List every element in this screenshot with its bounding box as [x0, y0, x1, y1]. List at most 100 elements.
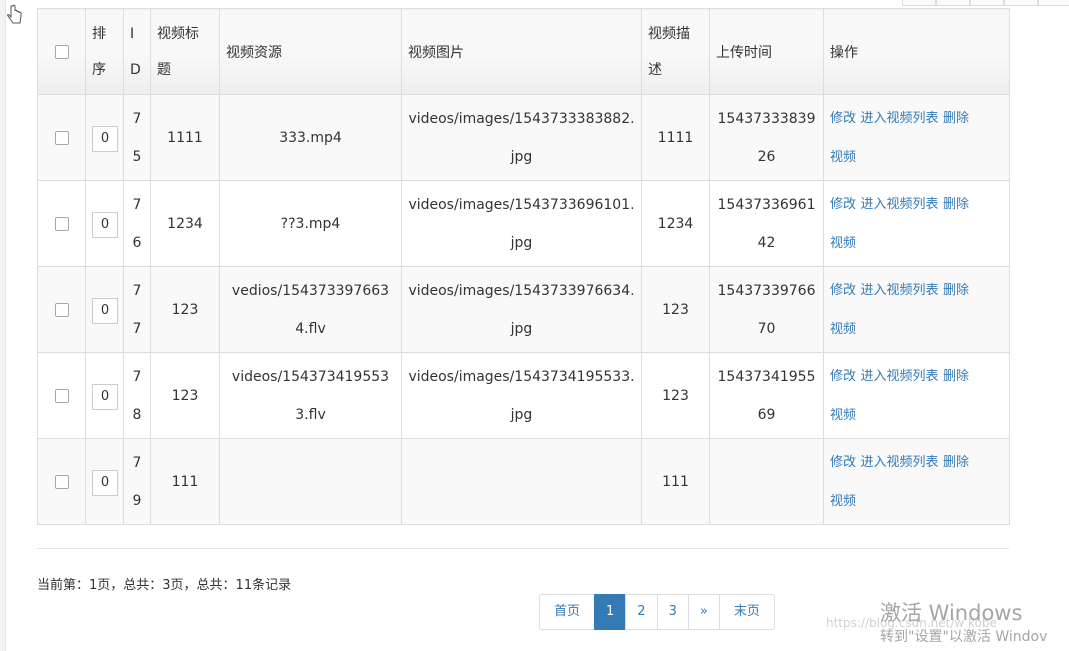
sort-cell: 0 — [85, 266, 124, 353]
row-select-cell[interactable] — [37, 352, 86, 439]
image-cell: videos/images/1543733383882.jpg — [401, 94, 642, 181]
title-cell: 111 — [150, 438, 220, 525]
edit-link[interactable]: 修改 — [830, 369, 856, 384]
enter-video-list-link[interactable]: 进入视频列表 — [860, 283, 938, 298]
row-checkbox[interactable] — [54, 130, 69, 145]
top-pager-cell — [1004, 0, 1038, 6]
header-title: 视频标题 — [150, 8, 220, 95]
id-cell: 75 — [123, 94, 151, 181]
row-checkbox[interactable] — [54, 388, 69, 403]
sort-input[interactable]: 0 — [92, 211, 118, 238]
actions-cell: 修改 进入视频列表 删除 视频 — [823, 352, 1010, 439]
source-cell: ??3.mp4 — [219, 180, 402, 267]
image-cell: videos/images/1543734195533.jpg — [401, 352, 642, 439]
row-select-cell[interactable] — [37, 266, 86, 353]
table-row: 0 7 8 123 videos/1543734195533.flv videos/ima… — [37, 352, 1010, 439]
header-select-all[interactable] — [37, 8, 86, 95]
enter-video-list-link[interactable]: 进入视频列表 — [860, 111, 938, 126]
desc-cell: 1234 — [641, 180, 710, 267]
desc-cell: 111 — [641, 438, 710, 525]
sort-input[interactable]: 0 — [92, 297, 118, 324]
image-cell: videos/images/1543733976634.jpg — [401, 266, 642, 353]
title-cell: 123 — [150, 266, 220, 353]
edit-link[interactable]: 修改 — [830, 283, 856, 298]
row-checkbox[interactable] — [54, 474, 69, 489]
table-row: 0 7 7 123 vedios/1543733976634.flv videos/ima… — [37, 266, 1010, 353]
image-cell — [401, 438, 642, 525]
pager-first[interactable]: 首页 — [539, 594, 596, 630]
source-cell — [219, 438, 402, 525]
top-pager-cell — [970, 0, 1004, 6]
edit-link[interactable]: 修改 — [830, 197, 856, 212]
time-cell — [709, 438, 824, 525]
time-cell: 1543733976670 — [709, 266, 824, 353]
sort-input[interactable]: 0 — [92, 125, 118, 152]
source-cell: videos/1543734195533.flv — [219, 352, 402, 439]
source-cell: 333.mp4 — [219, 94, 402, 181]
video-table: 排序 ID 视频标题 视频资源 视频图片 视频描述 上传时间 操作 0 7 5 111… — [37, 8, 1010, 525]
enter-video-list-link[interactable]: 进入视频列表 — [860, 455, 938, 470]
desc-cell: 123 — [641, 352, 710, 439]
watermark-subtitle: 转到"设置"以激活 Windov — [880, 629, 1048, 645]
row-checkbox[interactable] — [54, 302, 69, 317]
title-cell: 1111 — [150, 94, 220, 181]
title-cell: 123 — [150, 352, 220, 439]
page-info: 当前第：1页，总共：3页，总共：11条记录 — [37, 578, 292, 593]
header-sort: 排序 — [85, 8, 124, 95]
edit-link[interactable]: 修改 — [830, 455, 856, 470]
id-cell: 77 — [123, 266, 151, 353]
table-row: 0 7 9 111 111 修改 进入视频列表 删除 视频 — [37, 438, 1010, 525]
row-checkbox[interactable] — [54, 216, 69, 231]
actions-cell: 修改 进入视频列表 删除 视频 — [823, 94, 1010, 181]
table-row: 0 7 6 1234 ??3.mp4 videos/images/154373369610… — [37, 180, 1010, 267]
table-row: 0 7 5 1111 333.mp4 videos/images/154373338388… — [37, 94, 1010, 181]
header-image: 视频图片 — [401, 8, 642, 95]
header-desc: 视频描述 — [641, 8, 710, 95]
sort-cell: 0 — [85, 180, 124, 267]
edit-link[interactable]: 修改 — [830, 111, 856, 126]
row-select-cell[interactable] — [37, 94, 86, 181]
header-actions: 操作 — [823, 8, 1010, 95]
id-cell: 78 — [123, 352, 151, 439]
sort-input[interactable]: 0 — [92, 469, 118, 496]
header-source: 视频资源 — [219, 8, 402, 95]
pager-page-1[interactable]: 1 — [594, 594, 627, 630]
sort-cell: 0 — [85, 94, 124, 181]
title-cell: 1234 — [150, 180, 220, 267]
sort-input[interactable]: 0 — [92, 383, 118, 410]
table-header-row: 排序 ID 视频标题 视频资源 视频图片 视频描述 上传时间 操作 — [37, 8, 1010, 95]
watermark-title: 激活 Windows — [880, 601, 1023, 625]
actions-cell: 修改 进入视频列表 删除 视频 — [823, 180, 1010, 267]
source-cell: vedios/1543733976634.flv — [219, 266, 402, 353]
enter-video-list-link[interactable]: 进入视频列表 — [860, 369, 938, 384]
time-cell: 1543733696142 — [709, 180, 824, 267]
top-pager-cell — [1038, 0, 1069, 6]
sort-cell: 0 — [85, 352, 124, 439]
top-pager-cell — [936, 0, 970, 6]
pager-next[interactable]: » — [687, 594, 720, 630]
sort-cell: 0 — [85, 438, 124, 525]
id-cell: 79 — [123, 438, 151, 525]
select-all-checkbox[interactable] — [54, 44, 69, 59]
row-select-cell[interactable] — [37, 438, 86, 525]
pager-page-3[interactable]: 3 — [656, 594, 689, 630]
time-cell: 1543733383926 — [709, 94, 824, 181]
pager-page-2[interactable]: 2 — [625, 594, 658, 630]
header-upload-time: 上传时间 — [709, 8, 824, 95]
time-cell: 1543734195569 — [709, 352, 824, 439]
desc-cell: 1111 — [641, 94, 710, 181]
row-select-cell[interactable] — [37, 180, 86, 267]
footer-divider — [37, 548, 1009, 549]
header-id: ID — [123, 8, 151, 95]
id-cell: 76 — [123, 180, 151, 267]
actions-cell: 修改 进入视频列表 删除 视频 — [823, 438, 1010, 525]
enter-video-list-link[interactable]: 进入视频列表 — [860, 197, 938, 212]
desc-cell: 123 — [641, 266, 710, 353]
left-scroll-edge — [0, 0, 6, 651]
top-pager-cell — [902, 0, 936, 6]
hand-cursor-icon — [7, 4, 22, 24]
image-cell: videos/images/1543733696101.jpg — [401, 180, 642, 267]
actions-cell: 修改 进入视频列表 删除 视频 — [823, 266, 1010, 353]
pager-last[interactable]: 末页 — [718, 594, 775, 630]
pagination: 首页 1 2 3 » 末页 — [539, 594, 775, 630]
